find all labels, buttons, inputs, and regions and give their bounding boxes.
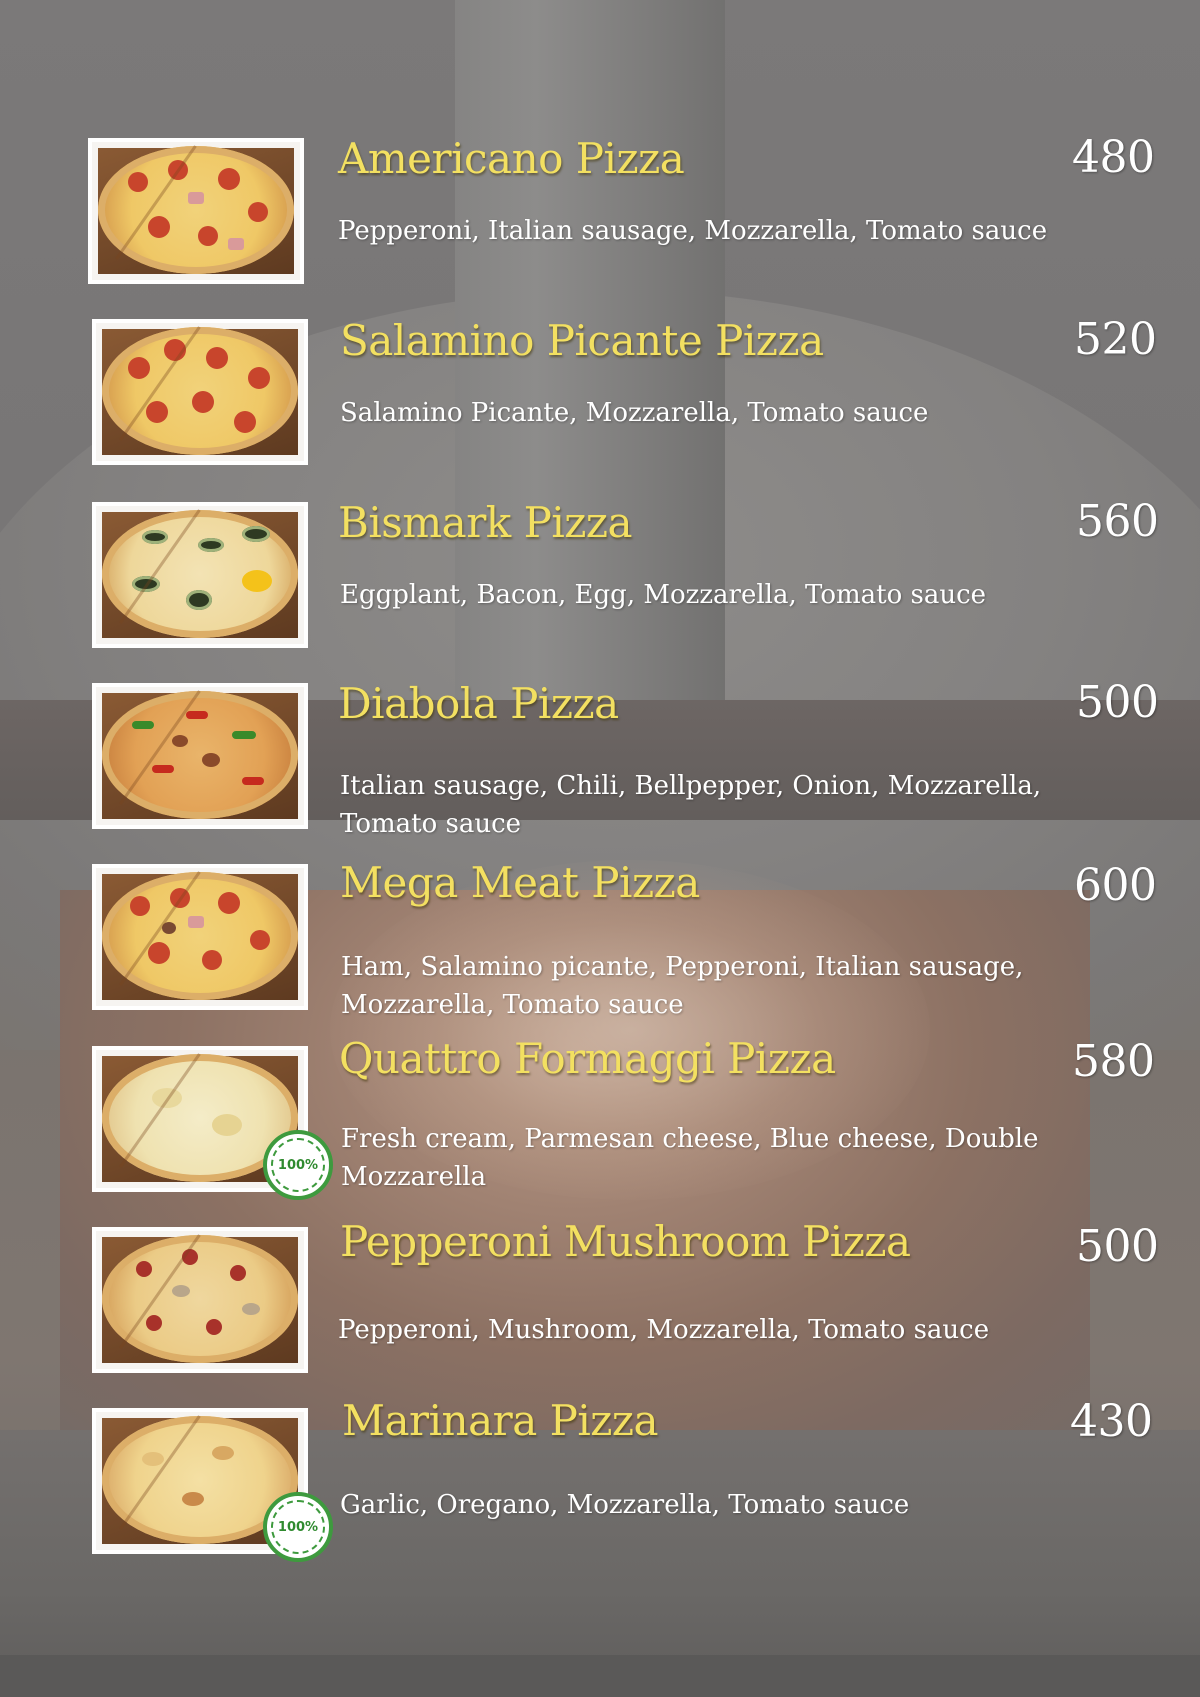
pizza-price: 500 [1076, 1221, 1159, 1272]
pizza-photo [92, 319, 308, 465]
pizza-price: 480 [1072, 132, 1155, 183]
pizza-name: Pepperoni Mushroom Pizza [340, 1217, 911, 1266]
pizza-description: Ham, Salamino picante, Pepperoni, Italia… [341, 952, 1024, 1020]
pizza-name: Marinara Pizza [342, 1396, 659, 1445]
vegetarian-badge-icon: 100% [263, 1130, 333, 1200]
pizza-photo [92, 864, 308, 1010]
pizza-photo [92, 683, 308, 829]
pizza-menu: Americano Pizza 480 Pepperoni, Italian s… [0, 0, 1200, 1697]
pizza-price: 430 [1070, 1396, 1153, 1447]
menu-item: Salamino Picante Pizza 520 Salamino Pica… [0, 312, 1200, 482]
pizza-description: Eggplant, Bacon, Egg, Mozzarella, Tomato… [340, 580, 987, 610]
menu-item: Bismark Pizza 560 Eggplant, Bacon, Egg, … [0, 494, 1200, 664]
menu-item: 100% Quattro Formaggi Pizza 580 Fresh cr… [0, 1034, 1200, 1208]
pizza-description: Pepperoni, Italian sausage, Mozzarella, … [338, 216, 1048, 246]
pizza-photo [92, 1227, 308, 1373]
menu-item: Americano Pizza 480 Pepperoni, Italian s… [0, 130, 1200, 300]
pizza-description: Fresh cream, Parmesan cheese, Blue chees… [341, 1124, 1039, 1192]
pizza-photo [88, 138, 304, 284]
pizza-name: Quattro Formaggi Pizza [339, 1034, 836, 1083]
vegetarian-badge-icon: 100% [263, 1492, 333, 1562]
pizza-price: 600 [1074, 860, 1157, 911]
menu-item: 100% Marinara Pizza 430 Garlic, Oregano,… [0, 1396, 1200, 1570]
pizza-price: 580 [1072, 1036, 1155, 1087]
pizza-name: Diabola Pizza [338, 679, 619, 728]
menu-item: Diabola Pizza 500 Italian sausage, Chili… [0, 675, 1200, 845]
pizza-description: Pepperoni, Mushroom, Mozzarella, Tomato … [338, 1315, 990, 1345]
pizza-name: Salamino Picante Pizza [340, 316, 824, 365]
pizza-price: 500 [1076, 677, 1159, 728]
menu-item: Pepperoni Mushroom Pizza 500 Pepperoni, … [0, 1217, 1200, 1389]
pizza-name: Americano Pizza [338, 134, 685, 183]
pizza-name: Mega Meat Pizza [340, 858, 700, 907]
pizza-price: 520 [1074, 314, 1157, 365]
pizza-name: Bismark Pizza [338, 498, 633, 547]
pizza-description: Salamino Picante, Mozzarella, Tomato sau… [340, 398, 929, 428]
pizza-description: Garlic, Oregano, Mozzarella, Tomato sauc… [340, 1490, 910, 1520]
pizza-price: 560 [1076, 496, 1159, 547]
pizza-description: Italian sausage, Chili, Bellpepper, Onio… [340, 771, 1042, 839]
pizza-photo [92, 502, 308, 648]
menu-item: Mega Meat Pizza 600 Ham, Salamino picant… [0, 856, 1200, 1026]
